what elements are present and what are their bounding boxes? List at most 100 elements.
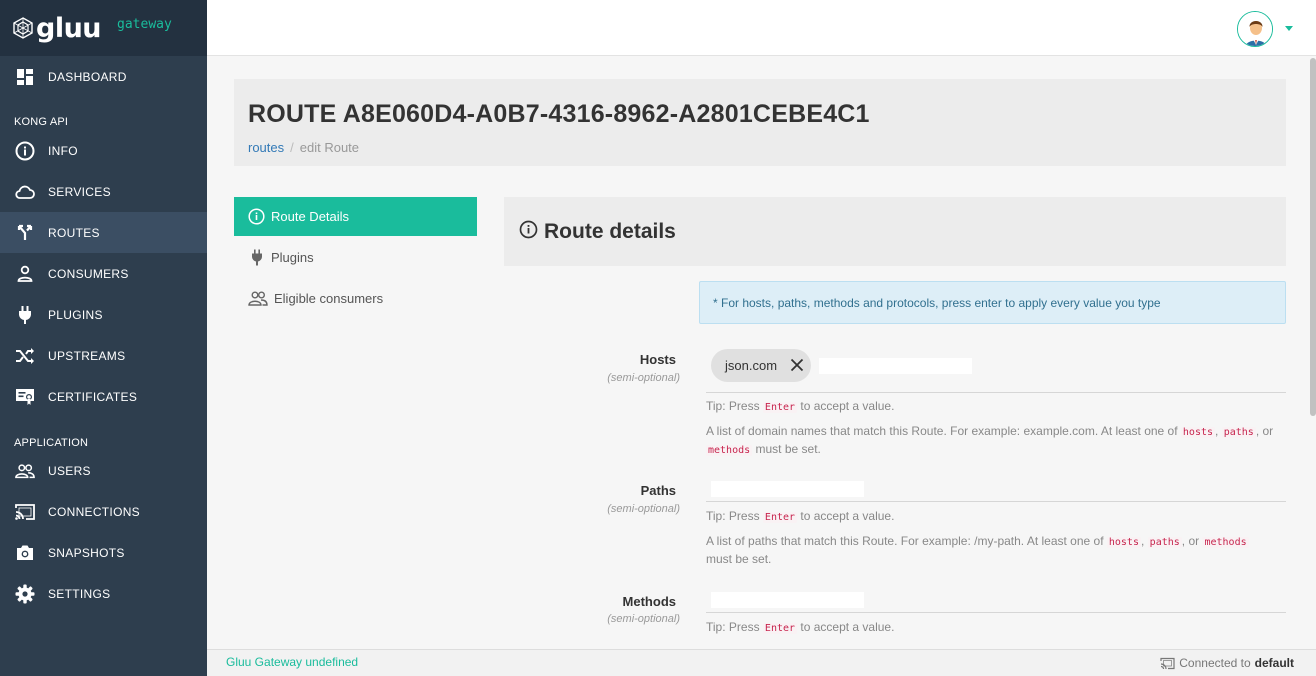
- people-icon: [248, 291, 268, 306]
- breadcrumb: routes / edit Route: [248, 140, 359, 155]
- brand-subtitle: gateway: [117, 16, 172, 32]
- nav-connections-label: CONNECTIONS: [48, 504, 140, 519]
- host-tag: json.com: [711, 349, 811, 382]
- brand[interactable]: gluu gateway: [0, 0, 207, 56]
- tab-eligible-consumers-label: Eligible consumers: [274, 291, 384, 306]
- hosts-tip-prefix: Tip: Press: [706, 399, 760, 413]
- certificate-icon: [15, 387, 35, 407]
- nav-snapshots[interactable]: SNAPSHOTS: [0, 532, 207, 573]
- paths-tip: Tip: Press Enter to accept a value.: [706, 509, 894, 523]
- hosts-tip-suffix: to accept a value.: [800, 399, 895, 413]
- methods-tip-key: Enter: [762, 623, 798, 634]
- footer-connection-name: default: [1254, 656, 1294, 670]
- fork-icon: [15, 223, 35, 243]
- hosts-desc-sep1: ,: [1215, 424, 1219, 438]
- methods-tip: Tip: Press Enter to accept a value.: [706, 620, 894, 634]
- page-scrollbar[interactable]: [1310, 58, 1316, 416]
- nav-routes-label: ROUTES: [48, 225, 100, 240]
- nav-services-label: SERVICES: [48, 184, 111, 199]
- nav-info[interactable]: INFO: [0, 130, 207, 171]
- paths-input[interactable]: [711, 481, 864, 497]
- tab-route-details[interactable]: Route Details: [234, 197, 477, 236]
- dashboard-icon: [15, 67, 35, 87]
- section-kong-api: KONG API: [14, 116, 69, 128]
- paths-desc-suffix: must be set.: [706, 552, 772, 566]
- methods-tip-prefix: Tip: Press: [706, 620, 760, 634]
- nav-services[interactable]: SERVICES: [0, 171, 207, 212]
- plug-icon: [248, 249, 265, 266]
- nav-settings-label: SETTINGS: [48, 586, 111, 601]
- paths-description: A list of paths that match this Route. F…: [706, 533, 1276, 567]
- hosts-desc-text: A list of domain names that match this R…: [706, 424, 1178, 438]
- nav-dashboard[interactable]: DASHBOARD: [0, 56, 207, 97]
- methods-label: Methods: [622, 594, 676, 609]
- host-tag-value: json.com: [725, 358, 778, 373]
- hosts-input[interactable]: [819, 358, 972, 374]
- nav-info-label: INFO: [48, 143, 78, 158]
- cloud-icon: [15, 182, 35, 202]
- info-icon: [15, 141, 35, 161]
- footer-version: Gluu Gateway undefined: [226, 655, 359, 669]
- camera-icon: [15, 543, 35, 563]
- methods-input[interactable]: [711, 592, 864, 608]
- plug-icon: [15, 305, 35, 325]
- nav-consumers[interactable]: CONSUMERS: [0, 253, 207, 294]
- tab-plugins[interactable]: Plugins: [234, 238, 477, 277]
- nav-connections[interactable]: CONNECTIONS: [0, 491, 207, 532]
- paths-code-hosts: hosts: [1106, 537, 1141, 548]
- nav-snapshots-label: SNAPSHOTS: [48, 545, 125, 560]
- sidebar: gluu gateway DASHBOARD KONG API INFO SER…: [0, 0, 207, 676]
- paths-code-methods: methods: [1202, 537, 1249, 548]
- nav-upstreams-label: UPSTREAMS: [48, 348, 126, 363]
- nav-certificates[interactable]: CERTIFICATES: [0, 376, 207, 417]
- info-icon: [519, 220, 538, 244]
- shuffle-icon: [15, 346, 35, 366]
- breadcrumb-current: edit Route: [299, 140, 360, 155]
- avatar-dropdown-caret-icon[interactable]: [1285, 26, 1293, 31]
- paths-tip-key: Enter: [762, 512, 798, 523]
- route-details-title: Route details: [544, 219, 676, 243]
- cast-icon: [15, 502, 35, 522]
- tab-plugins-label: Plugins: [271, 250, 314, 265]
- nav-plugins-label: PLUGINS: [48, 307, 103, 322]
- info-icon: [248, 208, 265, 225]
- hosts-label: Hosts: [639, 352, 676, 367]
- paths-sublabel: (semi-optional): [607, 503, 680, 515]
- nav-plugins[interactable]: PLUGINS: [0, 294, 207, 335]
- cast-icon: [1160, 657, 1175, 669]
- route-details-header: Route details: [504, 197, 1286, 266]
- page-title: ROUTE A8E060D4-A0B7-4316-8962-A2801CEBE4…: [248, 100, 870, 128]
- nav-upstreams[interactable]: UPSTREAMS: [0, 335, 207, 376]
- page-header: ROUTE A8E060D4-A0B7-4316-8962-A2801CEBE4…: [234, 79, 1286, 166]
- nav-settings[interactable]: SETTINGS: [0, 573, 207, 614]
- nav-users[interactable]: USERS: [0, 450, 207, 491]
- user-avatar[interactable]: [1237, 11, 1273, 47]
- paths-desc-text: A list of paths that match this Route. F…: [706, 534, 1104, 548]
- paths-label: Paths: [640, 483, 676, 498]
- nav-dashboard-label: DASHBOARD: [48, 69, 127, 84]
- nav-consumers-label: CONSUMERS: [48, 266, 129, 281]
- hosts-code-paths: paths: [1221, 427, 1256, 438]
- footer-connection[interactable]: Connected to default: [1160, 656, 1294, 670]
- methods-underline: [706, 612, 1286, 613]
- paths-tip-prefix: Tip: Press: [706, 509, 760, 523]
- close-icon[interactable]: [790, 358, 804, 372]
- hosts-code-hosts: hosts: [1180, 427, 1216, 438]
- footer: Gluu Gateway undefined Connected to defa…: [207, 649, 1316, 676]
- paths-desc-sep2: , or: [1181, 534, 1200, 548]
- breadcrumb-routes-link[interactable]: routes: [248, 140, 284, 155]
- nav-routes[interactable]: ROUTES: [0, 212, 207, 253]
- brand-name: gluu: [36, 12, 102, 44]
- people-icon: [15, 461, 35, 481]
- brand-logo: gluu: [12, 12, 102, 44]
- methods-sublabel: (semi-optional): [607, 613, 680, 625]
- hosts-sublabel: (semi-optional): [607, 372, 680, 384]
- hosts-code-methods: methods: [706, 445, 753, 456]
- gluu-logo-icon: [13, 17, 33, 39]
- tab-eligible-consumers[interactable]: Eligible consumers: [234, 279, 477, 318]
- methods-tip-suffix: to accept a value.: [800, 620, 895, 634]
- route-side-tabs: Route Details Plugins Eligible consumers: [234, 197, 477, 320]
- hosts-underline: [706, 392, 1286, 393]
- paths-underline: [706, 501, 1286, 502]
- footer-connection-prefix: Connected to: [1179, 656, 1251, 670]
